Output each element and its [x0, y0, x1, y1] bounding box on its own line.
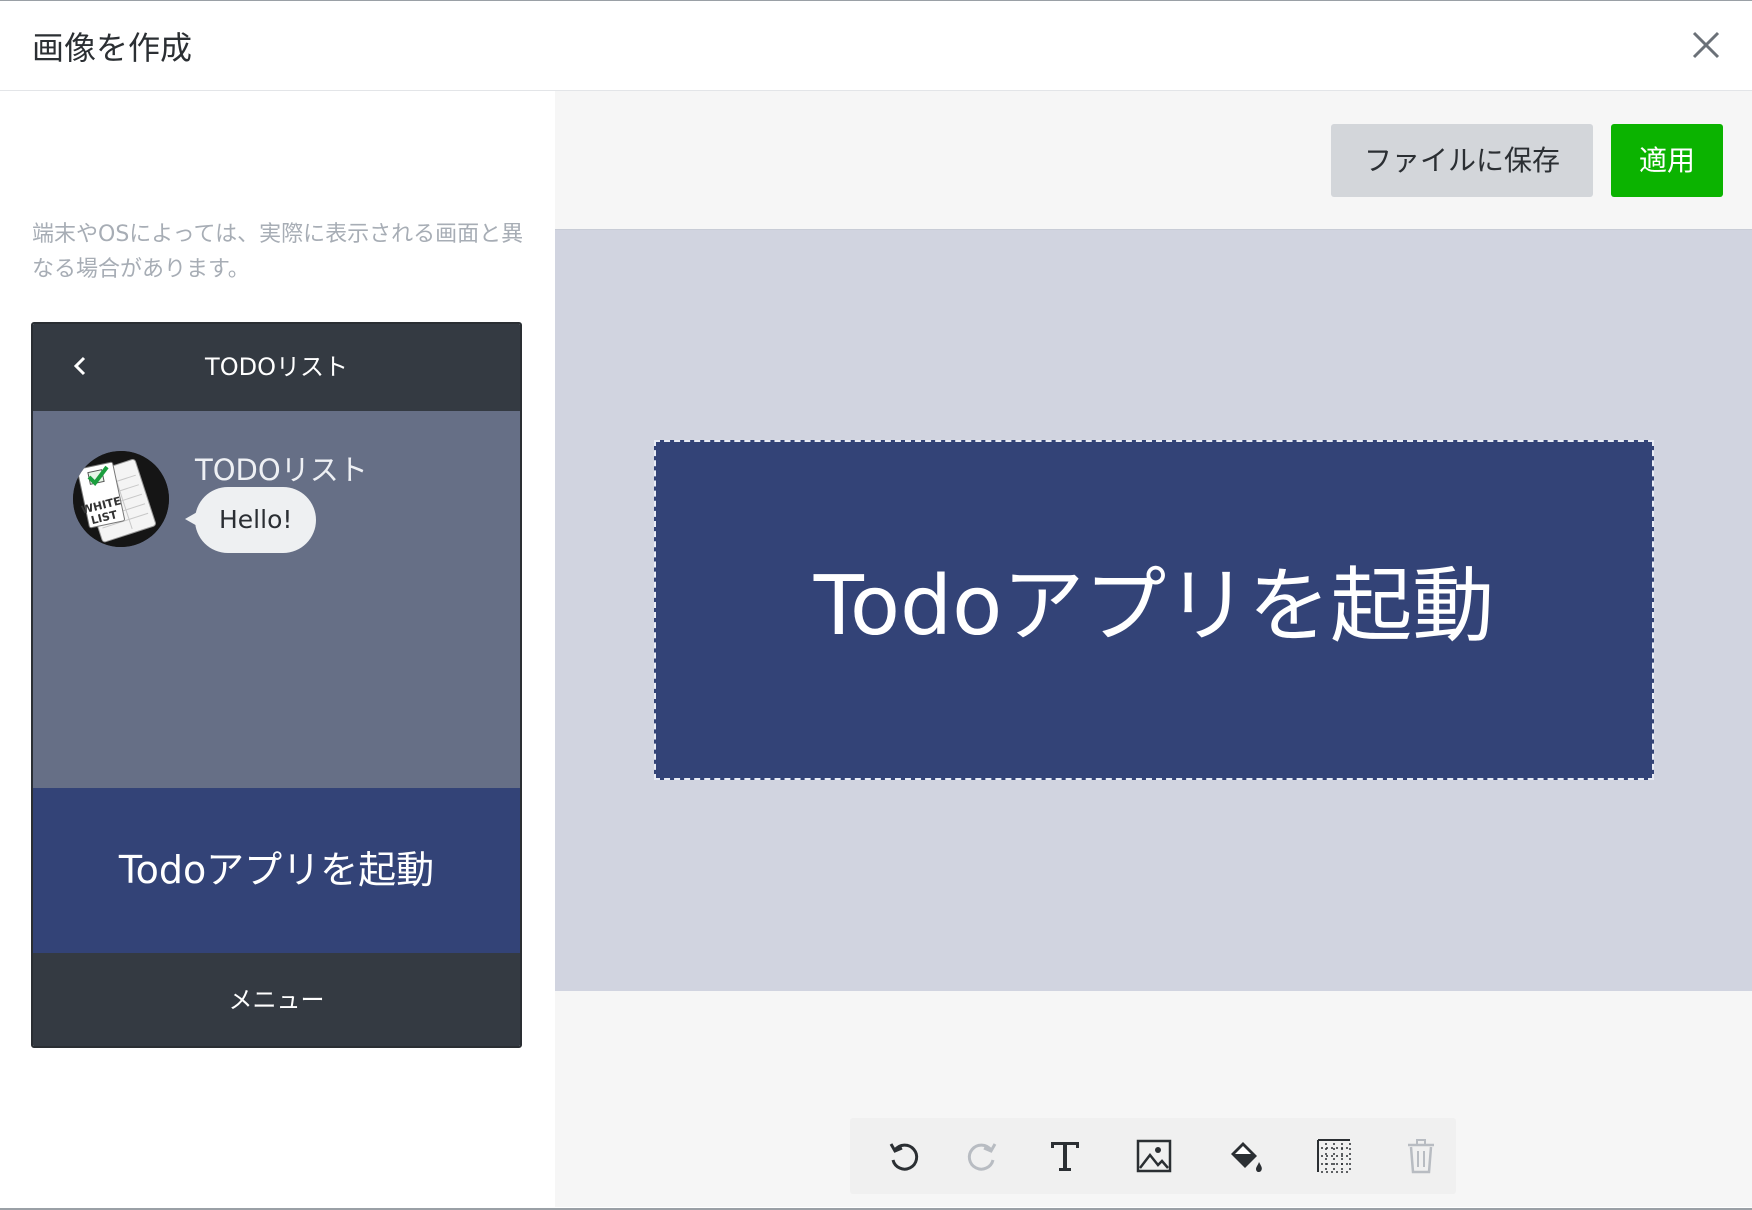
- phone-header-title: TODOリスト: [205, 353, 348, 381]
- trash-icon[interactable]: [1386, 1118, 1456, 1194]
- canvas-image-element[interactable]: Todoアプリを起動: [654, 440, 1654, 780]
- text-icon[interactable]: [1030, 1118, 1100, 1194]
- phone-preview: TODOリスト WHITE LIST TODOリスト Hello! Todoアプ…: [31, 322, 522, 1048]
- chat-sender-name: TODOリスト: [195, 453, 368, 487]
- phone-menu-bar[interactable]: メニュー: [33, 953, 520, 1046]
- rich-menu-area[interactable]: Todoアプリを起動: [33, 788, 520, 953]
- chat-message-bubble: Hello!: [184, 487, 317, 553]
- editor-toolbar: [850, 1118, 1456, 1194]
- grid-icon[interactable]: [1299, 1118, 1369, 1194]
- preview-notice: 端末やOSによっては、実際に表示される画面と異なる場合があります。: [32, 222, 524, 282]
- editor-panel: ファイルに保存 適用 Todoアプリを起動: [555, 91, 1752, 1207]
- image-icon[interactable]: [1119, 1118, 1189, 1194]
- editor-canvas[interactable]: Todoアプリを起動: [555, 229, 1752, 991]
- dialog-title: 画像を作成: [32, 29, 193, 67]
- undo-icon[interactable]: [868, 1118, 938, 1194]
- apply-button[interactable]: 適用: [1611, 124, 1723, 197]
- redo-icon[interactable]: [948, 1118, 1018, 1194]
- dialog-header: 画像を作成: [0, 1, 1752, 91]
- chat-area: WHITE LIST TODOリスト Hello!: [33, 411, 520, 788]
- close-icon[interactable]: [1688, 27, 1724, 63]
- phone-header: TODOリスト: [33, 324, 520, 411]
- chevron-left-icon: [69, 354, 93, 378]
- save-to-file-button[interactable]: ファイルに保存: [1331, 124, 1593, 197]
- create-image-dialog: 画像を作成 端末やOSによっては、実際に表示される画面と異なる場合があります。 …: [0, 0, 1752, 1210]
- avatar: WHITE LIST: [73, 451, 169, 547]
- preview-panel: 端末やOSによっては、実際に表示される画面と異なる場合があります。 TODOリス…: [0, 91, 555, 1207]
- paint-bucket-icon[interactable]: [1210, 1118, 1280, 1194]
- canvas-text-element[interactable]: Todoアプリを起動: [656, 442, 1652, 778]
